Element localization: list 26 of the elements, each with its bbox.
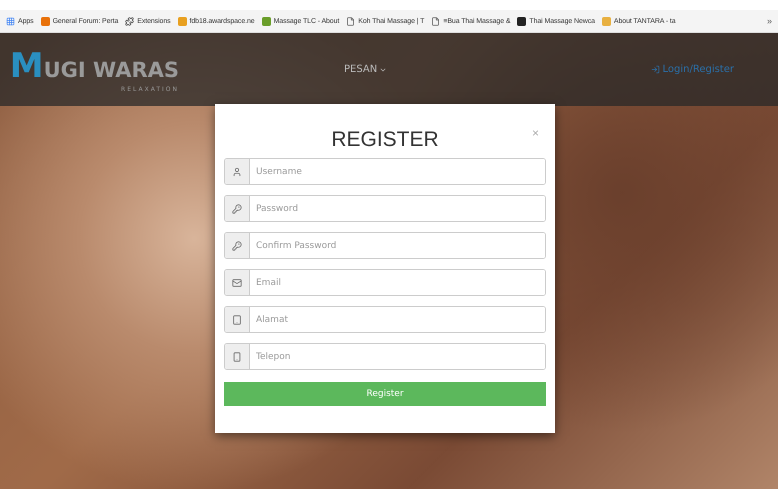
tablet-icon [232, 314, 242, 324]
input-field[interactable]: Telepon [224, 343, 546, 370]
favicon-icon [40, 16, 50, 26]
favicon-icon [517, 16, 526, 26]
input-field[interactable]: Username [224, 158, 546, 185]
favicon-icon [178, 16, 187, 26]
more-bookmarks-button[interactable]: » [766, 16, 772, 26]
login-icon [651, 65, 660, 74]
key-icon [232, 204, 242, 214]
key-icon [232, 240, 242, 250]
input-field[interactable]: Confirm Password [224, 232, 546, 259]
input-field[interactable]: Password [224, 195, 546, 222]
page-icon [431, 16, 440, 26]
envelope-icon [232, 278, 242, 288]
apps-grid-icon [6, 16, 15, 26]
page-icon [346, 16, 356, 26]
logo-text: M UGI WARAS [10, 46, 179, 86]
input-field[interactable]: Email [224, 269, 546, 296]
favicon-icon [602, 16, 611, 26]
phone-icon [232, 352, 242, 362]
puzzle-icon [125, 16, 134, 26]
favicon-icon [262, 16, 271, 26]
user-icon [232, 166, 242, 176]
modal-title: REGISTER [330, 128, 440, 152]
nav-link[interactable]: PESAN [344, 64, 388, 75]
input-field[interactable]: Alamat [224, 306, 546, 333]
